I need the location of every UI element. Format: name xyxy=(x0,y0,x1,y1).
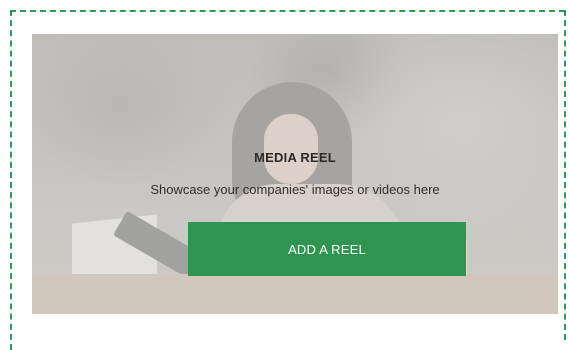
media-reel-card: MEDIA REEL Showcase your companies' imag… xyxy=(32,34,558,314)
media-reel-title: MEDIA REEL xyxy=(254,150,336,165)
add-reel-button[interactable]: ADD A REEL xyxy=(188,222,466,276)
media-reel-dropzone-border-right xyxy=(564,10,566,340)
media-reel-subtitle: Showcase your companies' images or video… xyxy=(150,182,440,197)
